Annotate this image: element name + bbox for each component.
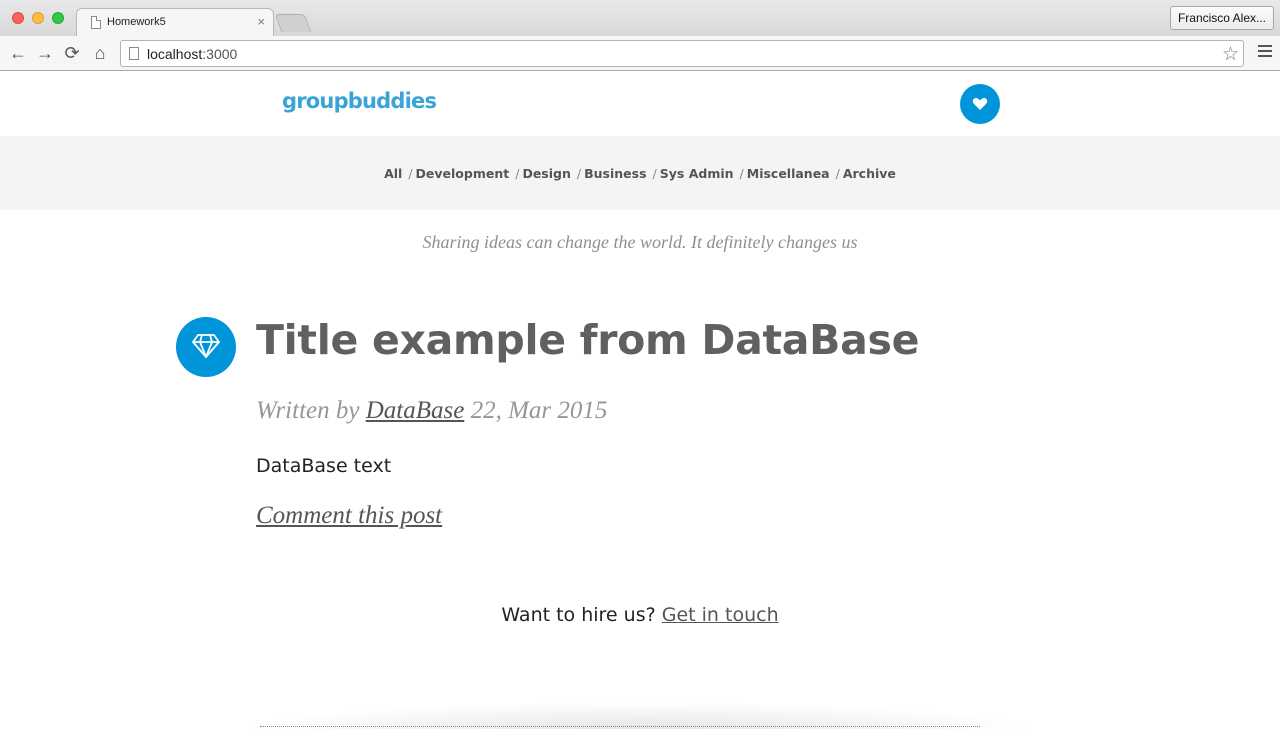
author-link[interactable]: DataBase	[366, 397, 465, 424]
category-links: All / Development / Design / Business / Sys Admi…	[0, 166, 1280, 181]
nav-item-miscellanea[interactable]: Miscellanea	[747, 166, 830, 181]
nav-separator: /	[408, 166, 413, 181]
heart-icon	[972, 97, 988, 110]
hire-text: Want to hire us?	[501, 604, 656, 626]
nav-separator: /	[515, 166, 520, 181]
url-text[interactable]: localhost:3000	[147, 46, 237, 62]
footer-divider	[260, 726, 980, 727]
post-category-badge	[176, 317, 236, 377]
post-body: DataBase text	[256, 455, 392, 477]
nav-separator: /	[652, 166, 657, 181]
back-arrow-icon[interactable]: ←	[8, 43, 28, 63]
minimize-window-button[interactable]	[32, 12, 44, 24]
browser-title-bar: Homework5 × Francisco Alex...	[0, 0, 1280, 36]
browser-tab[interactable]: Homework5 ×	[76, 8, 274, 36]
browser-menu-icon[interactable]	[1258, 45, 1272, 59]
profile-button[interactable]: Francisco Alex...	[1169, 6, 1274, 30]
nav-separator: /	[739, 166, 744, 181]
page-icon	[91, 16, 101, 29]
diamond-icon	[192, 334, 220, 358]
nav-item-development[interactable]: Development	[416, 166, 510, 181]
site-logo[interactable]: groupbuddies	[282, 89, 437, 113]
close-window-button[interactable]	[12, 12, 24, 24]
nav-item-business[interactable]: Business	[584, 166, 646, 181]
nav-item-all[interactable]: All	[384, 166, 402, 181]
hire-us-line: Want to hire us? Get in touch	[0, 604, 1280, 626]
forward-arrow-icon[interactable]: →	[35, 43, 55, 63]
nav-separator: /	[835, 166, 840, 181]
page-icon	[129, 47, 139, 60]
comment-link[interactable]: Comment this post	[256, 502, 442, 530]
reload-icon[interactable]: ⟳	[62, 43, 82, 63]
new-tab-button[interactable]	[274, 14, 312, 32]
post-title: Title example from DataBase	[256, 316, 920, 364]
browser-toolbar: ← → ⟳ ⌂ localhost:3000 ☆	[0, 36, 1280, 71]
footer-shadow	[240, 702, 1040, 729]
home-icon[interactable]: ⌂	[90, 43, 110, 63]
zoom-window-button[interactable]	[52, 12, 64, 24]
nav-separator: /	[576, 166, 582, 181]
tab-close-icon[interactable]: ×	[257, 14, 265, 29]
nav-item-design[interactable]: Design	[522, 166, 570, 181]
url-port: :3000	[202, 46, 238, 62]
tagline: Sharing ideas can change the world. It d…	[422, 232, 858, 252]
address-bar[interactable]: localhost:3000 ☆	[120, 40, 1244, 67]
get-in-touch-link[interactable]: Get in touch	[662, 604, 779, 626]
bookmark-star-icon[interactable]: ☆	[1222, 43, 1239, 66]
tab-title: Homework5	[107, 16, 166, 28]
page-content: groupbuddies All / Development / Design / Busi…	[0, 72, 1280, 729]
url-host: localhost	[147, 46, 203, 62]
nav-item-archive[interactable]: Archive	[843, 166, 896, 181]
category-nav: All / Development / Design / Business / Sys Admi…	[0, 136, 1280, 210]
nav-item-sys-admin[interactable]: Sys Admin	[660, 166, 734, 181]
post-meta: Written by DataBase 22, Mar 2015	[256, 397, 607, 425]
heart-button[interactable]	[960, 84, 1000, 124]
post-date: 22, Mar 2015	[470, 397, 608, 424]
written-by-label: Written by	[256, 397, 360, 424]
